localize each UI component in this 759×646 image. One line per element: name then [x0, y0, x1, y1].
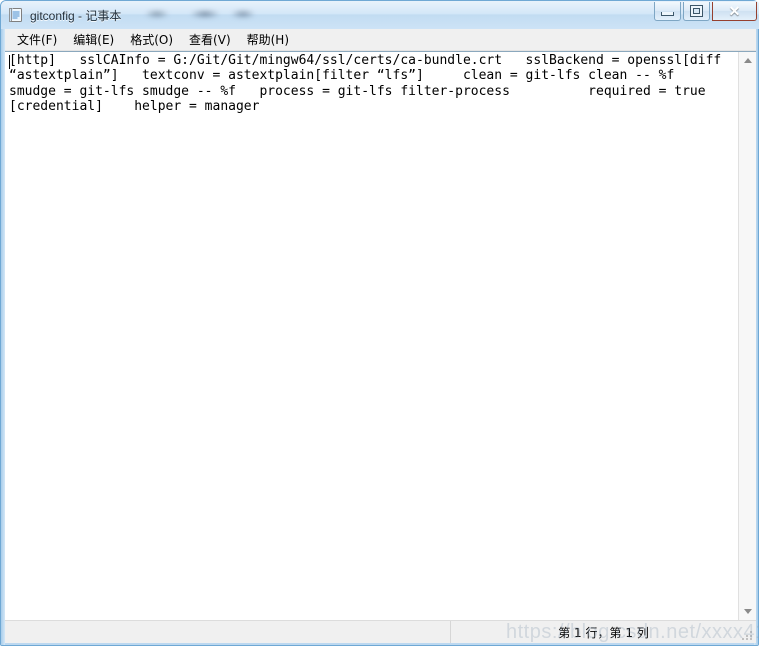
scroll-up-arrow-icon[interactable]	[739, 52, 756, 69]
text-editor[interactable]: [http] sslCAInfo = G:/Git/Git/mingw64/ss…	[5, 52, 738, 620]
restore-icon	[690, 5, 703, 17]
resize-grip-icon[interactable]	[742, 629, 754, 641]
editor-line: [credential] helper = manager	[9, 98, 260, 114]
close-button[interactable]: ✕	[712, 2, 757, 21]
menu-edit[interactable]: 编辑(E)	[65, 28, 122, 52]
close-icon: ✕	[728, 3, 741, 19]
editor-line: [http] sslCAInfo = G:/Git/Git/mingw64/ss…	[9, 53, 722, 68]
restore-button[interactable]	[683, 2, 710, 21]
minimize-icon	[661, 11, 674, 16]
menu-format[interactable]: 格式(O)	[122, 28, 181, 52]
blurred-title-region	[139, 8, 260, 22]
menu-file[interactable]: 文件(F)	[9, 28, 65, 52]
scroll-down-arrow-icon[interactable]	[739, 603, 756, 620]
editor-line: “astextplain”] textconv = astextplain[fi…	[9, 68, 675, 84]
cursor-position-text: 第 1 行，第 1 列	[558, 625, 649, 640]
title-bar[interactable]: gitconfig - 记事本 ✕	[1, 1, 759, 29]
scrollbar-track[interactable]	[739, 69, 756, 603]
menu-help[interactable]: 帮助(H)	[239, 28, 297, 52]
status-bar: 第 1 行，第 1 列	[5, 620, 756, 643]
minimize-button[interactable]	[654, 2, 681, 21]
menu-bar: 文件(F) 编辑(E) 格式(O) 查看(V) 帮助(H)	[5, 29, 756, 51]
menu-view[interactable]: 查看(V)	[181, 28, 239, 52]
editor-area: [http] sslCAInfo = G:/Git/Git/mingw64/ss…	[5, 51, 756, 620]
notepad-icon	[8, 7, 24, 23]
editor-line: smudge = git-lfs smudge -- %f process = …	[9, 83, 706, 99]
window-controls: ✕	[654, 2, 757, 21]
status-pane-empty	[5, 621, 451, 643]
vertical-scrollbar[interactable]	[738, 52, 756, 620]
text-caret	[9, 55, 10, 69]
window-title: gitconfig - 记事本	[30, 8, 122, 23]
notepad-window: gitconfig - 记事本 ✕ 文件(F) 编辑(E) 格式(O) 查看(V…	[0, 0, 759, 646]
status-badge: 第 1 行，第 1 列	[451, 621, 756, 643]
